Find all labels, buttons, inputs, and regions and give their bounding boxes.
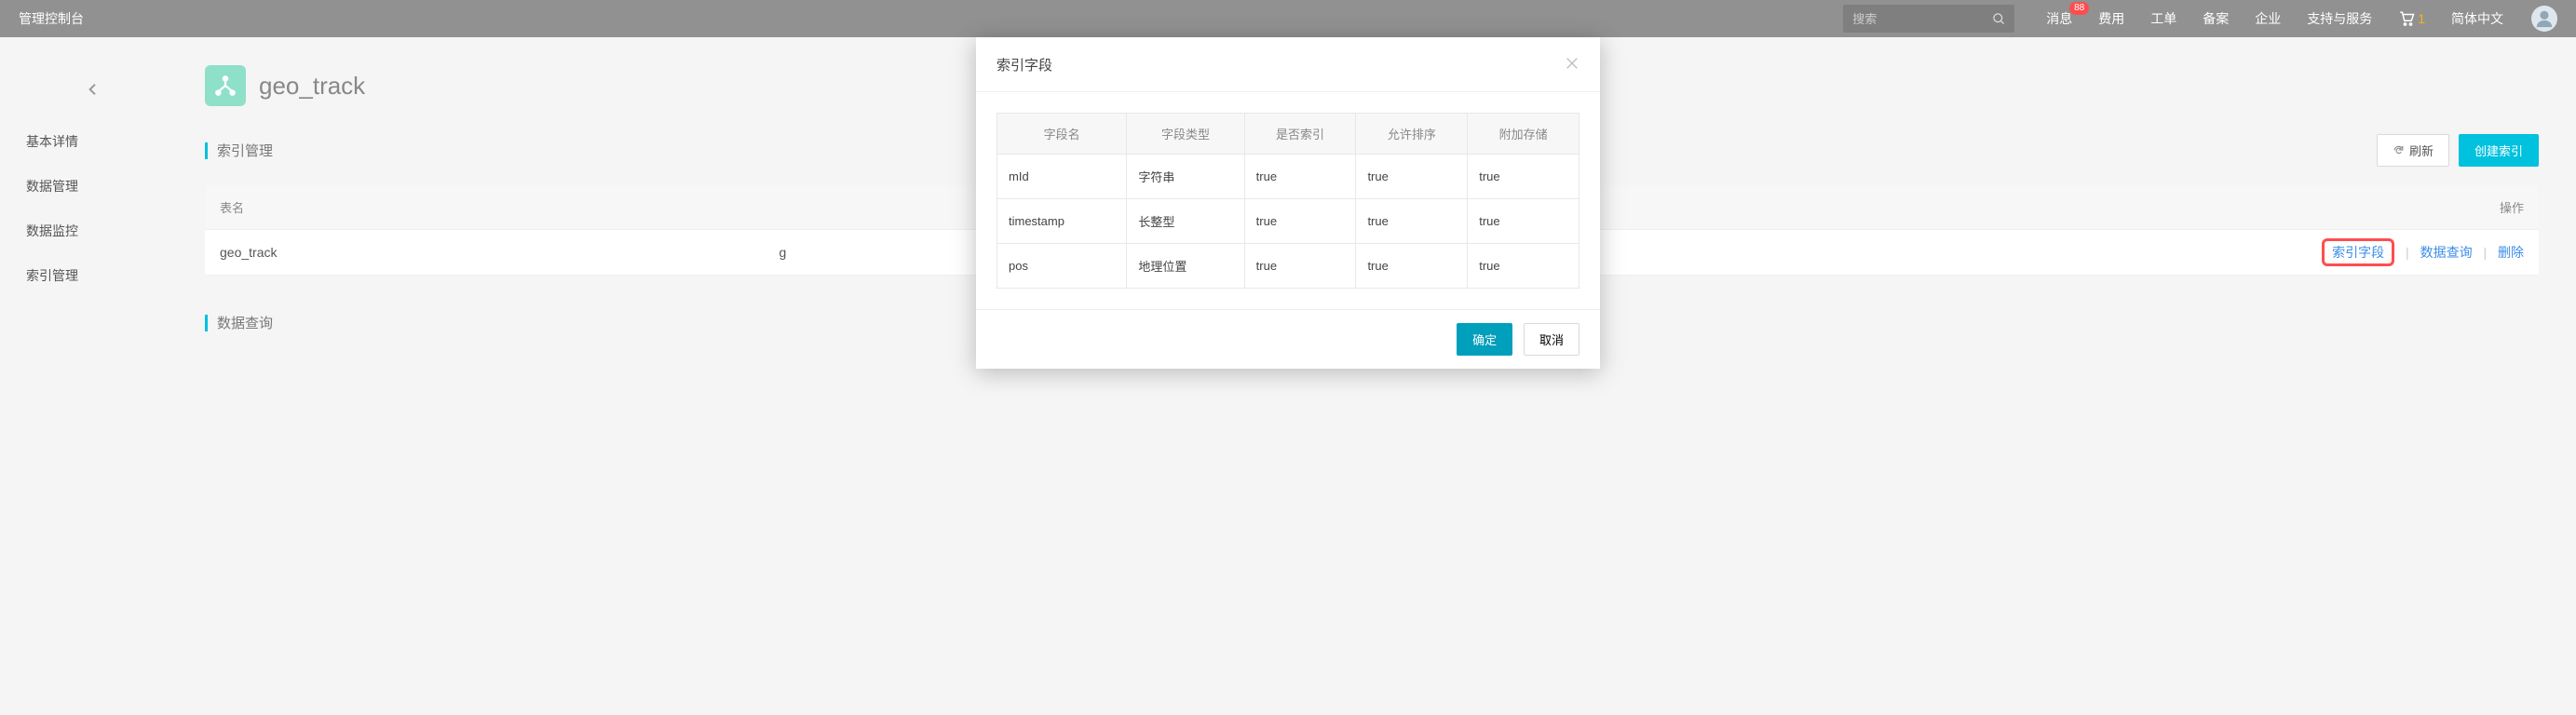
nav-tickets[interactable]: 工单 [2150, 9, 2176, 28]
field-cell-name: mId [997, 155, 1127, 199]
field-cell-indexed: true [1244, 244, 1356, 289]
modal-cancel-button[interactable]: 取消 [1524, 323, 1579, 356]
section-marker [205, 142, 208, 159]
field-row: mId字符串truetruetrue [997, 155, 1579, 199]
field-cell-indexed: true [1244, 155, 1356, 199]
mth-sortable: 允许排序 [1356, 114, 1468, 155]
close-icon [1565, 56, 1579, 71]
avatar-icon [2534, 8, 2555, 29]
refresh-label: 刷新 [2409, 142, 2434, 159]
nav-billing[interactable]: 费用 [2098, 9, 2124, 28]
create-index-label: 创建索引 [2474, 142, 2523, 159]
modal-confirm-button[interactable]: 确定 [1457, 323, 1512, 356]
modal-footer: 确定 取消 [976, 309, 1600, 369]
nav-filing[interactable]: 备案 [2203, 9, 2229, 28]
field-cell-type: 地理位置 [1127, 244, 1244, 289]
action-separator: | [2406, 245, 2409, 260]
fields-table: 字段名 字段类型 是否索引 允许排序 附加存储 mId字符串truetruetr… [997, 113, 1579, 289]
field-cell-name: pos [997, 244, 1127, 289]
sidebar: 基本详情 数据管理 数据监控 索引管理 [0, 37, 186, 332]
avatar[interactable] [2531, 6, 2557, 32]
field-cell-stored: true [1468, 199, 1579, 244]
search-button[interactable] [1983, 5, 2014, 33]
nav-messages-label: 消息 [2046, 11, 2072, 26]
field-cell-stored: true [1468, 155, 1579, 199]
nav-messages[interactable]: 消息 88 [2046, 9, 2072, 28]
chevron-left-icon [86, 82, 101, 97]
refresh-icon [2393, 144, 2405, 156]
field-cell-sortable: true [1356, 199, 1468, 244]
refresh-button[interactable]: 刷新 [2377, 134, 2449, 167]
th-truncated [765, 185, 1003, 230]
sidebar-item-label: 数据管理 [26, 179, 78, 194]
sidebar-item-index-mgmt[interactable]: 索引管理 [0, 253, 186, 298]
tree-icon [213, 74, 237, 98]
mth-field-name: 字段名 [997, 114, 1127, 155]
nav-cart[interactable]: 1 [2398, 10, 2425, 27]
sidebar-item-label: 基本详情 [26, 134, 78, 149]
sidebar-item-label: 索引管理 [26, 268, 78, 283]
messages-badge: 88 [2069, 2, 2089, 15]
nav-support[interactable]: 支持与服务 [2307, 9, 2372, 28]
sidebar-back[interactable] [0, 74, 186, 119]
search-box [1843, 5, 2014, 33]
nav-language[interactable]: 简体中文 [2451, 9, 2503, 28]
action-data-query[interactable]: 数据查询 [2420, 245, 2473, 260]
nav-enterprise[interactable]: 企业 [2255, 9, 2281, 28]
page-icon [205, 65, 246, 106]
field-cell-type: 长整型 [1127, 199, 1244, 244]
action-index-fields[interactable]: 索引字段 [2322, 238, 2394, 266]
field-cell-indexed: true [1244, 199, 1356, 244]
field-cell-type: 字符串 [1127, 155, 1244, 199]
sidebar-item-basic[interactable]: 基本详情 [0, 119, 186, 164]
field-row: timestamp长整型truetruetrue [997, 199, 1579, 244]
modal-header: 索引字段 [976, 37, 1600, 92]
page-title: geo_track [259, 72, 365, 101]
create-index-button[interactable]: 创建索引 [2459, 134, 2539, 167]
sidebar-item-label: 数据监控 [26, 223, 78, 238]
field-cell-stored: true [1468, 244, 1579, 289]
field-cell-sortable: true [1356, 244, 1468, 289]
sidebar-item-data-mgmt[interactable]: 数据管理 [0, 164, 186, 209]
section-marker [205, 315, 208, 331]
field-cell-name: timestamp [997, 199, 1127, 244]
section-title: 索引管理 [217, 141, 273, 160]
mth-stored: 附加存储 [1468, 114, 1579, 155]
cart-count: 1 [2418, 11, 2425, 26]
top-bar: 管理控制台 消息 88 费用 工单 备案 企业 支持与服务 1 简体中文 [0, 0, 2576, 37]
index-fields-modal: 索引字段 字段名 字段类型 是否索引 允许排序 附加存储 mId字符串truet… [976, 37, 1600, 369]
console-title: 管理控制台 [19, 9, 84, 28]
search-icon [1992, 12, 2006, 26]
modal-body: 字段名 字段类型 是否索引 允许排序 附加存储 mId字符串truetruetr… [976, 92, 1600, 309]
modal-close-button[interactable] [1565, 52, 1579, 76]
mth-indexed: 是否索引 [1244, 114, 1356, 155]
cancel-label: 取消 [1539, 331, 1564, 348]
search-input[interactable] [1843, 5, 1983, 33]
mth-field-type: 字段类型 [1127, 114, 1244, 155]
modal-title: 索引字段 [997, 55, 1052, 74]
action-separator: | [2483, 245, 2487, 260]
action-delete[interactable]: 删除 [2498, 245, 2524, 260]
confirm-label: 确定 [1472, 331, 1497, 348]
sidebar-item-data-monitor[interactable]: 数据监控 [0, 209, 186, 253]
field-row: pos地理位置truetruetrue [997, 244, 1579, 289]
cell-table-name: geo_track [205, 230, 765, 276]
th-table-name: 表名 [205, 185, 765, 230]
field-cell-sortable: true [1356, 155, 1468, 199]
cart-icon [2398, 10, 2415, 27]
section-title: 数据查询 [217, 313, 273, 332]
cell-truncated: g [765, 230, 1003, 276]
